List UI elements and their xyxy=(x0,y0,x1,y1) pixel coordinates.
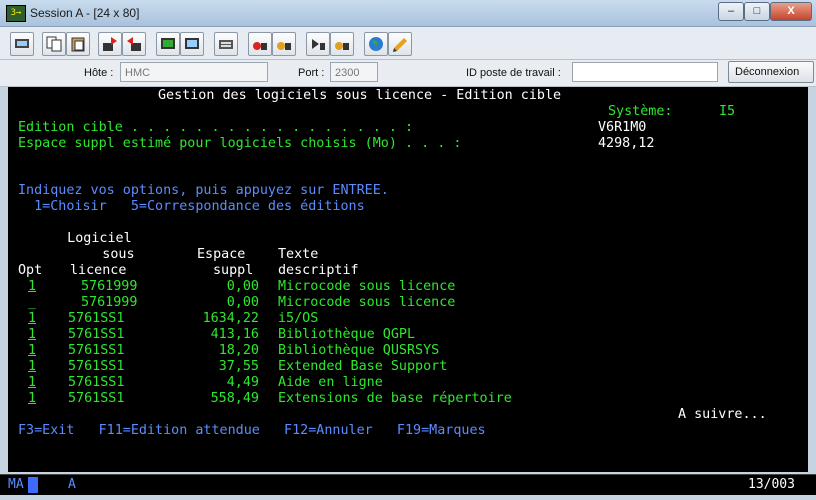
space-value-cell: 37,55 xyxy=(218,359,259,374)
space-value-cell: 4,49 xyxy=(226,375,259,390)
product-id: 5761SS1 xyxy=(68,311,125,326)
description-cell: i5/OS xyxy=(278,311,319,326)
connection-bar: Hôte : HMC Port : 2300 ID poste de trava… xyxy=(0,60,816,87)
status-indicator: A xyxy=(68,477,76,492)
description-cell: Extensions de base répertoire xyxy=(278,391,512,406)
option-input[interactable]: 1 xyxy=(28,311,36,327)
space-value-cell: 1634,22 xyxy=(202,311,259,326)
column-header-space-1: Espace xyxy=(197,247,246,262)
space-value-cell: 18,20 xyxy=(218,343,259,358)
more-indicator: A suivre... xyxy=(678,407,767,422)
display-icon[interactable] xyxy=(156,32,180,56)
space-value-cell: 0,00 xyxy=(226,279,259,294)
help-icon[interactable] xyxy=(388,32,412,56)
paste-icon[interactable] xyxy=(66,32,90,56)
option-input[interactable]: _ xyxy=(28,295,36,311)
play-macro-icon[interactable] xyxy=(330,32,354,56)
description-cell: Extended Base Support xyxy=(278,359,448,374)
app-icon: 3→ xyxy=(6,5,26,22)
system-value: I5 xyxy=(719,104,736,119)
cursor-indicator xyxy=(28,477,38,493)
keypad-icon[interactable] xyxy=(180,32,204,56)
option-input[interactable]: 1 xyxy=(28,279,36,295)
status-bar: MA A 13/003 xyxy=(0,474,816,495)
copy-icon[interactable] xyxy=(42,32,66,56)
space-value: 4298,12 xyxy=(598,136,655,151)
option-input[interactable]: 1 xyxy=(28,375,36,391)
play-icon[interactable] xyxy=(272,32,296,56)
product-id: 5761SS1 xyxy=(68,359,125,374)
workstation-label: ID poste de travail : xyxy=(466,67,561,79)
description-cell: Bibliothèque QGPL xyxy=(278,327,416,342)
options-text: 1=Choisir 5=Correspondance des éditions xyxy=(18,199,365,214)
space-label: Espace suppl estimé pour logiciels chois… xyxy=(18,136,462,151)
column-header-product-1: Logiciel xyxy=(43,231,132,246)
column-header-text-1: Texte xyxy=(278,247,319,262)
column-header-opt: Opt xyxy=(18,263,43,278)
product-id: 5761SS1 xyxy=(68,391,125,406)
toolbar xyxy=(0,27,816,60)
space-value-cell: 413,16 xyxy=(210,327,259,342)
target-label: Edition cible . . . . . . . . . . . . . … xyxy=(18,120,414,135)
host-label: Hôte : xyxy=(84,67,114,79)
option-input[interactable]: 1 xyxy=(28,391,36,407)
screen-header: Gestion des logiciels sous licence - Edi… xyxy=(158,88,562,103)
target-value: V6R1M0 xyxy=(598,120,647,135)
column-header-product-3: licence xyxy=(70,263,127,278)
globe-icon[interactable] xyxy=(364,32,388,56)
instructions-text: Indiquez vos options, puis appuyez sur E… xyxy=(18,183,389,198)
disconnect-button[interactable]: Déconnexion xyxy=(728,61,814,83)
host-field[interactable]: HMC xyxy=(120,62,268,82)
option-input[interactable]: 1 xyxy=(28,343,36,359)
send-icon[interactable] xyxy=(98,32,122,56)
option-input[interactable]: 1 xyxy=(28,359,36,375)
close-button[interactable]: X xyxy=(770,2,812,21)
title-bar: 3→ Session A - [24 x 80] – □ X xyxy=(0,0,816,27)
option-input[interactable]: 1 xyxy=(28,327,36,343)
port-label: Port : xyxy=(298,67,325,79)
receive-icon[interactable] xyxy=(122,32,146,56)
space-value-cell: 0,00 xyxy=(226,295,259,310)
maximize-button[interactable]: □ xyxy=(744,2,770,21)
window-bottom-edge xyxy=(0,495,816,500)
function-keys[interactable]: F3=Exit F11=Edition attendue F12=Annuler… xyxy=(18,423,486,439)
system-label: Système: xyxy=(608,104,673,119)
column-header-space-2: suppl xyxy=(213,263,254,278)
stop-icon[interactable] xyxy=(306,32,330,56)
macro-icon[interactable] xyxy=(214,32,238,56)
column-header-product-2: sous xyxy=(62,247,135,262)
print-screen-icon[interactable] xyxy=(10,32,34,56)
product-id: 5761999 xyxy=(81,279,138,294)
column-header-text-2: descriptif xyxy=(278,263,359,278)
cursor-position: 13/003 xyxy=(748,477,795,492)
product-id: 5761SS1 xyxy=(68,375,125,390)
product-id: 5761999 xyxy=(81,295,138,310)
minimize-button[interactable]: – xyxy=(718,2,744,21)
description-cell: Microcode sous licence xyxy=(278,295,456,310)
window-title: Session A - [24 x 80] xyxy=(30,6,140,20)
terminal-screen[interactable]: Gestion des logiciels sous licence - Edi… xyxy=(8,87,808,472)
port-field[interactable]: 2300 xyxy=(330,62,378,82)
description-cell: Bibliothèque QUSRSYS xyxy=(278,343,440,358)
workstation-field[interactable] xyxy=(572,62,718,82)
product-id: 5761SS1 xyxy=(68,327,125,342)
description-cell: Microcode sous licence xyxy=(278,279,456,294)
description-cell: Aide en ligne xyxy=(278,375,383,390)
product-id: 5761SS1 xyxy=(68,343,125,358)
status-mode: MA xyxy=(8,477,24,492)
space-value-cell: 558,49 xyxy=(210,391,259,406)
record-icon[interactable] xyxy=(248,32,272,56)
